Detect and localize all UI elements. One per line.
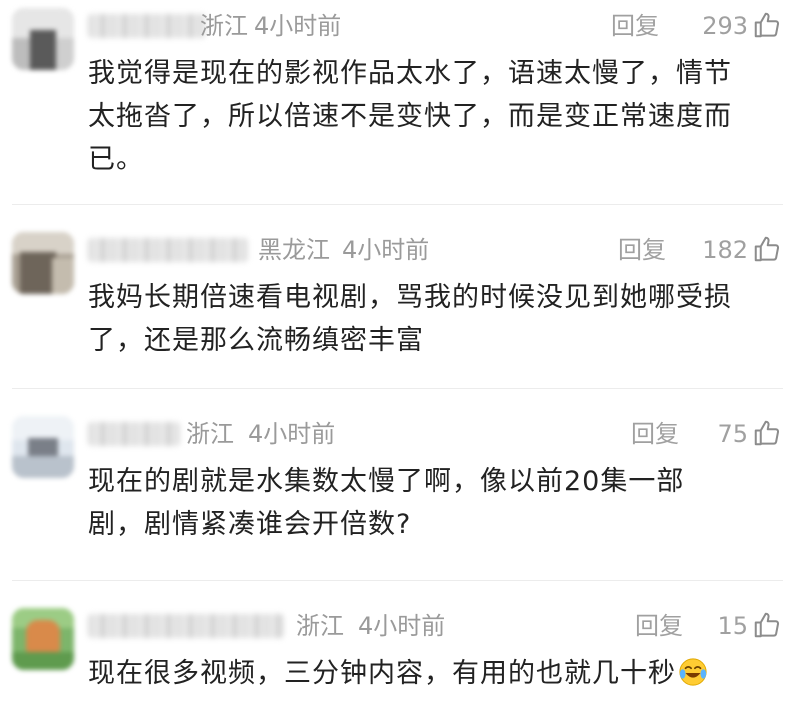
like-count: 182	[702, 236, 748, 264]
username-blurred[interactable]	[88, 238, 248, 262]
comment-line: 现在的剧就是水集数太慢了啊，像以前20集一部	[88, 466, 685, 497]
avatar[interactable]	[12, 232, 74, 294]
divider	[12, 204, 783, 205]
reply-button[interactable]: 回复	[611, 10, 659, 42]
region-label: 黑龙江	[258, 236, 330, 264]
comment-item: 浙江 4小时前 回复 75 现在的剧就是水集数太慢了啊，像以前20集一部 剧，剧…	[0, 416, 795, 556]
timestamp: 4小时前	[358, 612, 446, 640]
timestamp: 4小时前	[342, 236, 430, 264]
comment-meta: 浙江 4小时前 回复 75	[88, 416, 783, 452]
avatar[interactable]	[12, 8, 74, 70]
username-blurred[interactable]	[88, 14, 206, 38]
thumbs-up-icon[interactable]	[752, 234, 782, 264]
reply-button[interactable]: 回复	[631, 418, 679, 450]
divider	[12, 388, 783, 389]
thumbs-up-icon[interactable]	[752, 418, 782, 448]
comment-text: 我觉得是现在的影视作品太水了，语速太慢了，情节 太拖沓了，所以倍速不是变快了，而…	[88, 52, 788, 181]
avatar[interactable]	[12, 608, 74, 670]
laughing-crying-emoji	[679, 658, 707, 686]
region-label: 浙江	[186, 420, 234, 448]
timestamp: 4小时前	[248, 420, 336, 448]
comment-line: 我觉得是现在的影视作品太水了，语速太慢了，情节	[88, 58, 732, 89]
comment-line: 现在很多视频，三分钟内容，有用的也就几十秒	[88, 652, 788, 695]
comment-meta: 浙江 4小时前 回复 293	[88, 8, 783, 44]
username-blurred[interactable]	[88, 614, 284, 638]
comment-meta: 黑龙江 4小时前 回复 182	[88, 232, 783, 268]
comment-line: 剧，剧情紧凑谁会开倍数?	[88, 509, 412, 540]
reply-button[interactable]: 回复	[618, 234, 666, 266]
comment-item: 黑龙江 4小时前 回复 182 我妈长期倍速看电视剧，骂我的时候没见到她哪受损 …	[0, 232, 795, 372]
comment-text: 现在很多视频，三分钟内容，有用的也就几十秒	[88, 652, 788, 695]
comment-item: 浙江 4小时前 回复 15 现在很多视频，三分钟内容，有用的也就几十秒	[0, 608, 795, 718]
divider	[12, 580, 783, 581]
comment-item: 浙江 4小时前 回复 293 我觉得是现在的影视作品太水了，语速太慢了，情节 太…	[0, 8, 795, 188]
comment-line: 了，还是那么流畅缜密丰富	[88, 325, 424, 356]
avatar[interactable]	[12, 416, 74, 478]
comment-line: 太拖沓了，所以倍速不是变快了，而是变正常速度而	[88, 101, 732, 132]
region-label: 浙江	[200, 12, 248, 40]
comment-text: 现在的剧就是水集数太慢了啊，像以前20集一部 剧，剧情紧凑谁会开倍数?	[88, 460, 788, 546]
thumbs-up-icon[interactable]	[752, 10, 782, 40]
like-count: 15	[717, 612, 748, 640]
comment-line: 已。	[88, 144, 144, 175]
reply-button[interactable]: 回复	[635, 610, 683, 642]
username-blurred[interactable]	[88, 422, 180, 446]
region-label: 浙江	[296, 612, 344, 640]
like-count: 293	[702, 12, 748, 40]
like-count: 75	[717, 420, 748, 448]
timestamp: 4小时前	[254, 12, 342, 40]
comment-line: 我妈长期倍速看电视剧，骂我的时候没见到她哪受损	[88, 282, 732, 313]
comment-line-text: 现在很多视频，三分钟内容，有用的也就几十秒	[88, 658, 676, 689]
thumbs-up-icon[interactable]	[752, 610, 782, 640]
comment-text: 我妈长期倍速看电视剧，骂我的时候没见到她哪受损 了，还是那么流畅缜密丰富	[88, 276, 788, 362]
comment-meta: 浙江 4小时前 回复 15	[88, 608, 783, 644]
